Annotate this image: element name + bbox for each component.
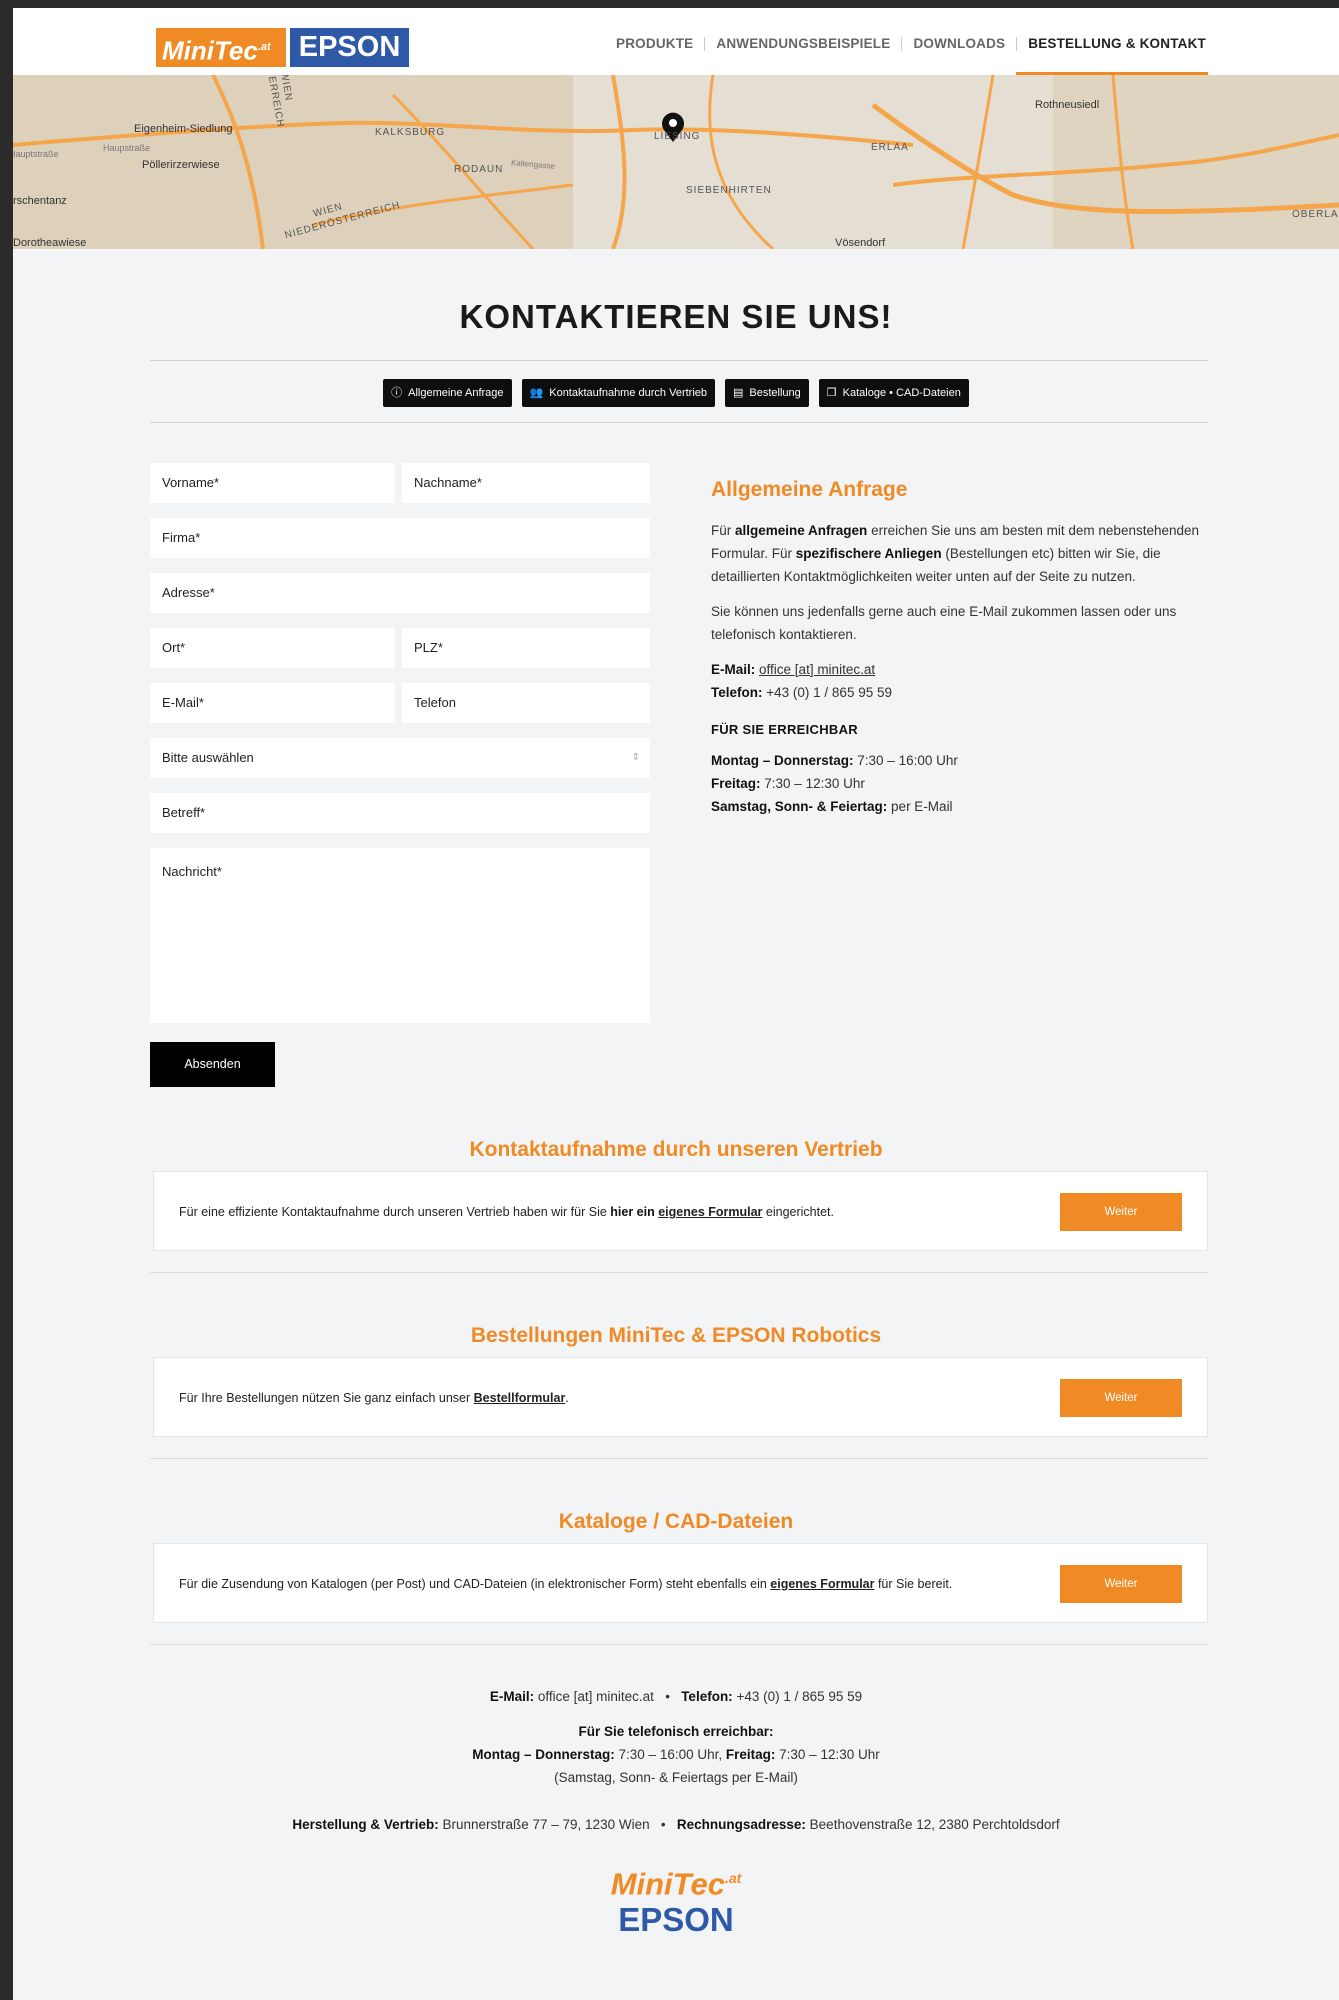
- section-title-vertrieb: Kontaktaufnahme durch unseren Vertrieb: [469, 1138, 883, 1161]
- location-map[interactable]: ÖSTERREICH WIEN Eigenheim-Siedlung Haupt…: [13, 75, 1339, 249]
- footer-hours-weekend: (Samstag, Sonn- & Feiertags per E-Mail): [554, 1770, 798, 1785]
- section-text: Für Ihre Bestellungen nützen Sie ganz ei…: [179, 1391, 569, 1405]
- nav-item-anwendungsbeispiele[interactable]: ANWENDUNGSBEISPIELE: [705, 36, 901, 51]
- subject-select[interactable]: Bitte auswählen ⇕: [150, 738, 650, 778]
- logo-epson: EPSON: [290, 28, 409, 67]
- ort-field[interactable]: Ort*: [150, 628, 395, 668]
- tab-kataloge-cad[interactable]: ❐ Kataloge • CAD-Dateien: [818, 379, 969, 407]
- adresse-field[interactable]: Adresse*: [150, 573, 650, 613]
- form-link[interactable]: eigenes Formular: [770, 1577, 874, 1591]
- tab-kontaktaufnahme-vertrieb[interactable]: 👥 Kontaktaufnahme durch Vertrieb: [521, 379, 715, 407]
- nav-item-downloads[interactable]: DOWNLOADS: [902, 36, 1016, 51]
- email-field[interactable]: E-Mail*: [150, 683, 395, 723]
- section-box-vertrieb: Für eine effiziente Kontaktaufnahme durc…: [153, 1171, 1208, 1251]
- footer-address: Herstellung & Vertrieb: Brunnerstraße 77…: [292, 1817, 1060, 1832]
- divider: [150, 1458, 1208, 1459]
- email-link[interactable]: office [at] minitec.at: [759, 662, 875, 677]
- map-label: Eigenheim-Siedlung: [134, 123, 233, 135]
- vorname-field[interactable]: Vorname*: [150, 463, 395, 503]
- site-header: MiniTec.at EPSON PRODUKTE ANWENDUNGSBEIS…: [13, 8, 1339, 75]
- nav-item-bestellung-kontakt[interactable]: BESTELLUNG & KONTAKT: [1017, 36, 1217, 51]
- absenden-button[interactable]: Absenden: [150, 1042, 275, 1087]
- map-label: OBERLA: [1292, 209, 1339, 220]
- info-panel: Allgemeine Anfrage Für allgemeine Anfrag…: [711, 478, 1201, 818]
- hours-row: Montag – Donnerstag: 7:30 – 16:00 Uhr: [711, 753, 958, 768]
- map-label: SIEBENHIRTEN: [686, 185, 772, 196]
- clipboard-icon: ▤: [733, 387, 744, 399]
- section-box-bestellungen: Für Ihre Bestellungen nützen Sie ganz ei…: [153, 1357, 1208, 1437]
- divider: [150, 1644, 1208, 1645]
- info-heading: Allgemeine Anfrage: [711, 478, 908, 501]
- map-label: LIESING: [654, 131, 701, 142]
- nav-item-produkte[interactable]: PRODUKTE: [605, 36, 704, 51]
- form-link[interactable]: eigenes Formular: [658, 1205, 762, 1219]
- footer-reach-heading: Für Sie telefonisch erreichbar:: [578, 1724, 774, 1739]
- section-text: Für eine effiziente Kontaktaufnahme durc…: [179, 1205, 834, 1219]
- map-label: Haupstraße: [103, 143, 151, 153]
- plz-field[interactable]: PLZ*: [402, 628, 650, 668]
- logo-minitec: MiniTec.at: [156, 28, 286, 67]
- section-title-bestellungen: Bestellungen MiniTec & EPSON Robotics: [470, 1324, 882, 1347]
- nachname-field[interactable]: Nachname*: [402, 463, 650, 503]
- footer-email[interactable]: office [at] minitec.at: [538, 1689, 654, 1704]
- footer-logo-minitec: MiniTec.at: [610, 1866, 742, 1902]
- tab-allgemeine-anfrage[interactable]: ⓘ Allgemeine Anfrage: [383, 379, 512, 407]
- map-label: KALKSBURG: [375, 127, 446, 138]
- info-phone: Telefon: +43 (0) 1 / 865 95 59: [711, 685, 892, 700]
- copy-icon: ❐: [826, 387, 837, 399]
- tab-bestellung[interactable]: ▤ Bestellung: [725, 379, 809, 407]
- footer-logo-epson: EPSON: [618, 1901, 734, 1939]
- section-text: Für die Zusendung von Katalogen (per Pos…: [179, 1577, 953, 1591]
- map-label: Rothneusiedl: [1035, 99, 1100, 111]
- divider: [150, 1272, 1208, 1273]
- weiter-button[interactable]: Weiter: [1060, 1565, 1182, 1603]
- select-value: Bitte auswählen: [162, 750, 254, 765]
- users-icon: 👥: [529, 387, 544, 399]
- info-icon: ⓘ: [391, 387, 403, 399]
- map-label: Pöllerirzerwiese: [142, 159, 220, 171]
- map-label: Vösendorf: [835, 237, 886, 249]
- footer-contact: E-Mail: office [at] minitec.at • Telefon…: [489, 1689, 863, 1704]
- nachricht-textarea[interactable]: Nachricht*: [150, 848, 650, 1023]
- info-paragraph: Für allgemeine Anfragen erreichen Sie un…: [711, 523, 1200, 584]
- map-label: Hauptstraße: [13, 149, 59, 159]
- page: MiniTec.at EPSON PRODUKTE ANWENDUNGSBEIS…: [13, 8, 1339, 2000]
- chevron-updown-icon: ⇕: [631, 752, 640, 763]
- divider: [150, 422, 1208, 423]
- main-nav: PRODUKTE ANWENDUNGSBEISPIELE DOWNLOADS B…: [605, 36, 1217, 51]
- info-email: E-Mail: office [at] minitec.at: [711, 662, 876, 677]
- map-label: rschentanz: [13, 195, 67, 207]
- weiter-button[interactable]: Weiter: [1060, 1193, 1182, 1231]
- hours-row: Samstag, Sonn- & Feiertag: per E-Mail: [711, 799, 953, 814]
- betreff-field[interactable]: Betreff*: [150, 793, 650, 833]
- weiter-button[interactable]: Weiter: [1060, 1379, 1182, 1417]
- map-label: RODAUN: [454, 164, 504, 175]
- map-label: Dorotheawiese: [13, 237, 87, 249]
- site-logo[interactable]: MiniTec.at EPSON: [156, 28, 409, 67]
- section-box-kataloge: Für die Zusendung von Katalogen (per Pos…: [153, 1543, 1208, 1623]
- map-label: ERLAA: [871, 142, 909, 153]
- reachable-heading: FÜR SIE ERREICHBAR: [711, 722, 858, 737]
- firma-field[interactable]: Firma*: [150, 518, 650, 558]
- contact-tabs: ⓘ Allgemeine Anfrage 👥 Kontaktaufnahme d…: [13, 379, 1339, 407]
- divider: [150, 360, 1208, 361]
- hours-row: Freitag: 7:30 – 12:30 Uhr: [711, 776, 865, 791]
- telefon-field[interactable]: Telefon: [402, 683, 650, 723]
- bestellformular-link[interactable]: Bestellformular: [474, 1391, 566, 1405]
- page-title: KONTAKTIEREN SIE UNS!: [459, 298, 893, 335]
- section-title-kataloge: Kataloge / CAD-Dateien: [558, 1510, 794, 1533]
- footer-hours: Montag – Donnerstag: 7:30 – 16:00 Uhr, F…: [472, 1747, 880, 1762]
- footer-logo[interactable]: MiniTec.at EPSON: [13, 1860, 1339, 1938]
- info-paragraph: Sie können uns jedenfalls gerne auch ein…: [711, 604, 1177, 642]
